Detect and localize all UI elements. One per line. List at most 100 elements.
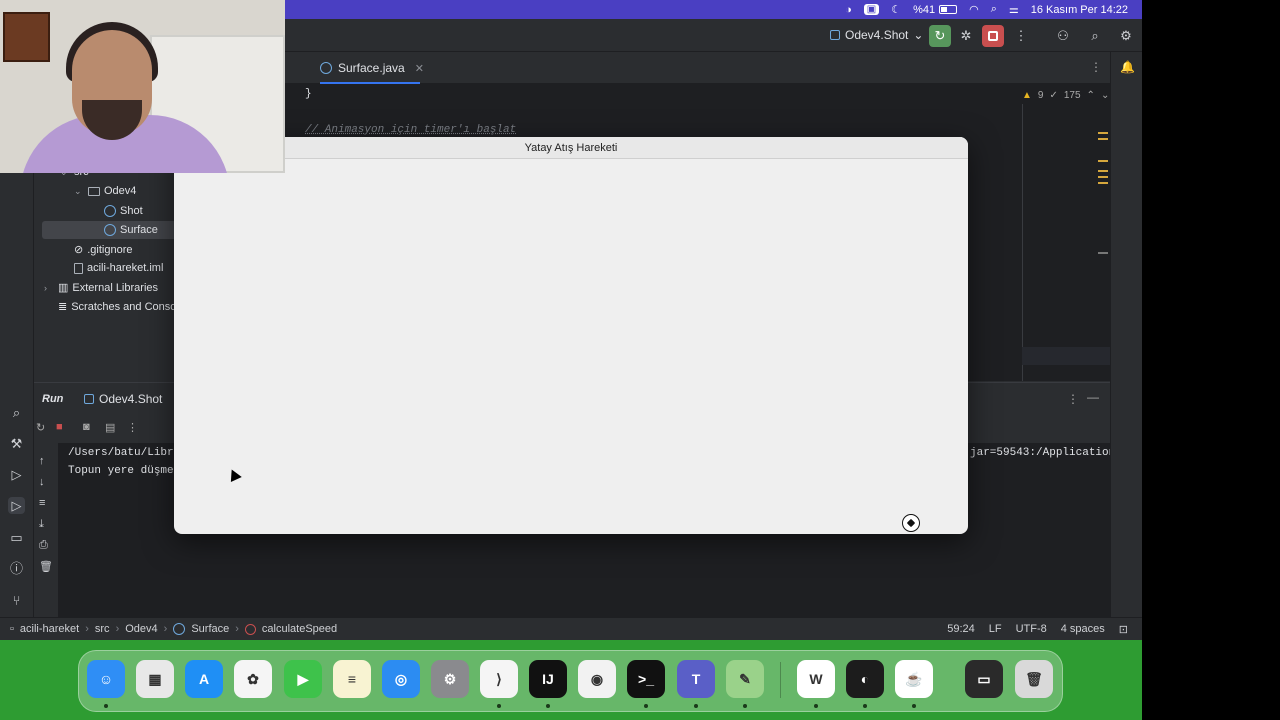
more-vertical-icon[interactable]: ⋮	[127, 421, 138, 434]
dock-app-app-store[interactable]: A	[185, 660, 223, 698]
wifi-icon[interactable]: ◠	[969, 3, 979, 16]
chrome-icon: ◉	[590, 670, 604, 687]
search-icon: ⌕	[1091, 28, 1099, 43]
breadcrumb-item[interactable]: src	[95, 623, 110, 635]
breadcrumb-item[interactable]: calculateSpeed	[262, 623, 337, 635]
play-circle-icon: ▷	[11, 467, 22, 482]
caret-position[interactable]: 59:24	[947, 623, 975, 636]
error-stripe-mark[interactable]	[1098, 160, 1108, 162]
tab-label: Surface.java	[338, 61, 405, 75]
code-with-me-button[interactable]: ⚇	[1052, 25, 1074, 47]
dock-app-screen-capture[interactable]: ▭	[965, 660, 1003, 698]
dock-app-word[interactable]: W	[797, 660, 835, 698]
services-tool-button[interactable]: ▷	[8, 466, 25, 483]
spotlight-search-icon[interactable]: ⌕	[991, 3, 997, 16]
tab-options-icon[interactable]: ⋮	[1090, 60, 1102, 74]
screen-capture-icon: ▭	[977, 670, 991, 687]
tree-item-odev4[interactable]: ⌄ Odev4	[74, 185, 136, 197]
package-icon	[88, 186, 100, 196]
rerun-icon[interactable]: ↻	[36, 421, 45, 434]
soccer-ball-icon	[902, 514, 920, 532]
notifications-icon[interactable]: 🔔	[1120, 60, 1135, 74]
terminal-tool-button[interactable]: ▭	[8, 529, 25, 546]
settings-button[interactable]: ⚙	[1115, 25, 1137, 47]
git-tool-button[interactable]: ⑂	[8, 592, 25, 609]
breadcrumb-item[interactable]: Odev4	[125, 623, 157, 635]
soft-wrap-icon[interactable]: ≡	[39, 497, 45, 509]
dock-app-facetime[interactable]: ▶	[284, 660, 322, 698]
battery-indicator[interactable]: %41	[913, 4, 958, 16]
problems-tool-button[interactable]: ⓘ	[8, 560, 25, 577]
error-stripe-mark[interactable]	[1098, 138, 1108, 140]
dock-app-trash[interactable]: 🗑	[1015, 660, 1053, 698]
breadcrumb-item[interactable]: Surface	[191, 623, 229, 635]
error-stripe-mark[interactable]	[1098, 132, 1108, 134]
screen-record-icon[interactable]: ▣	[863, 4, 880, 15]
status-icon[interactable]: ◑	[845, 4, 852, 16]
print-icon[interactable]: ⎙	[39, 539, 48, 552]
dock-app-chrome[interactable]: ◉	[578, 660, 616, 698]
dock-app-system-settings[interactable]: ⚙	[431, 660, 469, 698]
tree-item-surface[interactable]: Surface	[104, 224, 158, 236]
tree-item-scratches[interactable]: ≣ Scratches and Consoles	[58, 300, 190, 314]
close-icon[interactable]: ✕	[415, 62, 424, 75]
debug-button[interactable]: ✲	[955, 25, 977, 47]
dock-app-launchpad[interactable]: ▦	[136, 660, 174, 698]
dock-app-photos[interactable]: ✿	[234, 660, 272, 698]
stop-button[interactable]	[982, 25, 1004, 47]
tab-surface-java[interactable]: Surface.java ✕	[320, 61, 424, 75]
dock-app-notes[interactable]: ≡	[333, 660, 371, 698]
focus-moon-icon[interactable]: ☾	[891, 3, 901, 16]
dock-app-geogebra[interactable]: ✎	[726, 660, 764, 698]
dock-app-obs[interactable]: ◐	[846, 660, 884, 698]
breadcrumb-item[interactable]: acili-hareket	[20, 623, 79, 635]
find-tool-button[interactable]: ⌕	[8, 404, 25, 421]
dock-app-terminal[interactable]: >_	[627, 660, 665, 698]
right-tool-window-strip: 🔔	[1110, 52, 1142, 617]
arrow-down-icon[interactable]: ↓	[39, 476, 45, 488]
tree-item-external-libraries[interactable]: › ▥ External Libraries	[44, 281, 158, 295]
tree-item-iml[interactable]: acili-hareket.iml	[74, 262, 163, 274]
error-stripe-mark[interactable]	[1098, 170, 1108, 172]
stop-icon[interactable]: ■	[56, 421, 63, 433]
dock-app-safari[interactable]: ◎	[382, 660, 420, 698]
error-stripe-mark[interactable]	[1098, 182, 1108, 184]
chevron-down-icon[interactable]: ⌄	[1101, 90, 1109, 101]
run-tool-button[interactable]: ▷	[8, 497, 25, 514]
file-encoding[interactable]: UTF-8	[1016, 623, 1047, 636]
run-configuration-selector[interactable]: Odev4.Shot ⌄	[830, 28, 923, 42]
status-bar: ▫ acili-hareket › src › Odev4 › Surface …	[0, 617, 1142, 640]
indent-setting[interactable]: 4 spaces	[1061, 623, 1105, 636]
line-separator[interactable]: LF	[989, 623, 1002, 636]
dock-app-java[interactable]: ☕	[895, 660, 933, 698]
build-tool-button[interactable]: ⚒	[8, 435, 25, 452]
scroll-thumb[interactable]	[1098, 252, 1108, 254]
minimize-icon[interactable]: —	[1087, 390, 1099, 404]
running-indicator	[743, 704, 747, 708]
inspections-widget[interactable]: ▲ 9 ✓ 175 ⌃ ⌄	[1022, 90, 1109, 101]
error-stripe-mark[interactable]	[1098, 176, 1108, 178]
tree-item-shot[interactable]: Shot	[104, 205, 143, 217]
camera-icon[interactable]: ◙	[83, 421, 90, 433]
tree-item-gitignore[interactable]: ⊘ .gitignore	[74, 243, 132, 257]
tree-label: acili-hareket.iml	[87, 262, 164, 274]
dock-app-finder[interactable]: ☺	[87, 660, 125, 698]
swing-window[interactable]: Yatay Atış Hareketi	[174, 137, 968, 534]
chevron-up-icon[interactable]: ⌃	[1087, 90, 1095, 101]
trash-icon[interactable]: 🗑	[39, 560, 53, 573]
dock-app-vscode[interactable]: ⟩	[480, 660, 518, 698]
menu-clock[interactable]: 16 Kasım Per 14:22	[1031, 4, 1128, 16]
readonly-lock-icon[interactable]: ⊡	[1119, 623, 1128, 636]
dump-threads-icon[interactable]: ▤	[105, 421, 115, 434]
search-everywhere-button[interactable]: ⌕	[1084, 25, 1106, 47]
rerun-button[interactable]: ↻	[929, 25, 951, 47]
scroll-to-end-icon[interactable]: ⤓	[39, 518, 44, 531]
more-actions-button[interactable]: ⋮	[1010, 25, 1032, 47]
run-tab-odev4-shot[interactable]: Odev4.Shot	[84, 392, 162, 406]
control-center-icon[interactable]: ⚌	[1009, 3, 1019, 16]
arrow-up-icon[interactable]: ↑	[39, 455, 45, 467]
swing-window-title[interactable]: Yatay Atış Hareketi	[174, 137, 968, 159]
dock-app-intellij[interactable]: IJ	[529, 660, 567, 698]
dock-app-teams[interactable]: T	[677, 660, 715, 698]
more-vertical-icon[interactable]: ⋮	[1067, 392, 1079, 406]
